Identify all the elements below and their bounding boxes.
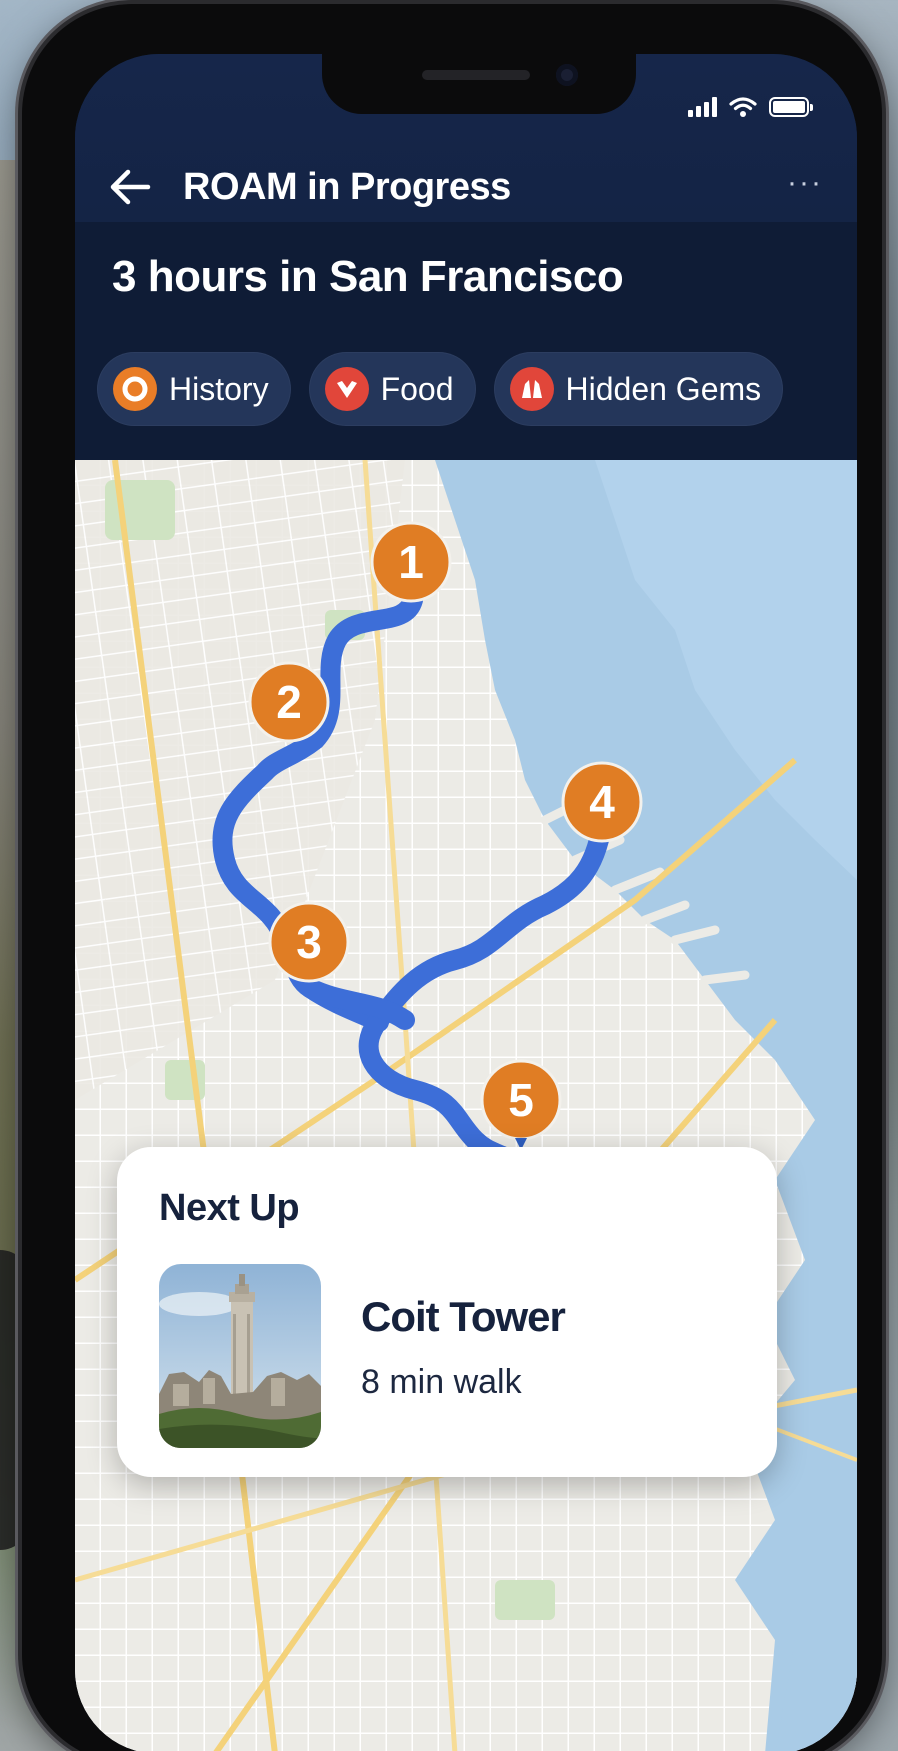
app-bar: ROAM in Progress ··· [75,154,857,224]
coit-tower-photo [159,1264,321,1448]
history-circle-icon [113,367,157,411]
filter-chip-label: Food [380,370,454,407]
more-options-button[interactable]: ··· [787,166,823,200]
back-button[interactable] [105,162,155,212]
filter-chip-food[interactable]: Food [308,352,476,426]
walk-time: 8 min walk [361,1363,522,1401]
map-marker-4[interactable]: 4 [561,761,643,843]
next-up-card[interactable]: Next Up Coit Tower 8 min walk [117,1147,777,1477]
front-camera [556,64,578,86]
filter-chip-label: Hidden Gems [565,370,762,407]
battery-icon [769,97,813,117]
route-map[interactable]: 1 2 3 4 5 [75,459,857,1751]
map-canvas: 1 2 3 4 5 [75,459,857,1751]
filter-chip-history[interactable]: History [97,352,291,426]
filter-chip-hidden-gems[interactable]: Hidden Gems [493,352,784,426]
status-bar [688,92,813,122]
next-up-label: Next Up [159,1187,300,1229]
cellular-signal-icon [688,97,717,117]
gem-landmark-icon [509,367,554,411]
phone-frame: ROAM in Progress ··· 3 hours in San Fran… [22,4,882,1751]
map-marker-2[interactable]: 2 [248,661,330,743]
svg-text:1: 1 [398,536,424,588]
map-marker-3[interactable]: 3 [268,901,350,983]
page-title: ROAM in Progress [183,166,511,208]
more-horizontal-icon: ··· [787,166,823,199]
trip-title: 3 hours in San Francisco [112,252,624,301]
speaker-grille [422,70,530,80]
filter-chip-label: History [169,370,269,407]
place-name: Coit Tower [361,1293,566,1340]
food-heart-icon [324,367,369,411]
wifi-icon [729,97,757,117]
svg-text:4: 4 [589,776,615,828]
svg-text:5: 5 [508,1074,534,1126]
filter-chips: History Food Hidden Gems [97,352,784,426]
svg-text:2: 2 [276,676,302,728]
arrow-left-icon [110,169,151,205]
svg-text:3: 3 [296,916,322,968]
notch [322,54,636,114]
phone-screen: ROAM in Progress ··· 3 hours in San Fran… [75,54,857,1751]
map-marker-1[interactable]: 1 [370,521,452,603]
